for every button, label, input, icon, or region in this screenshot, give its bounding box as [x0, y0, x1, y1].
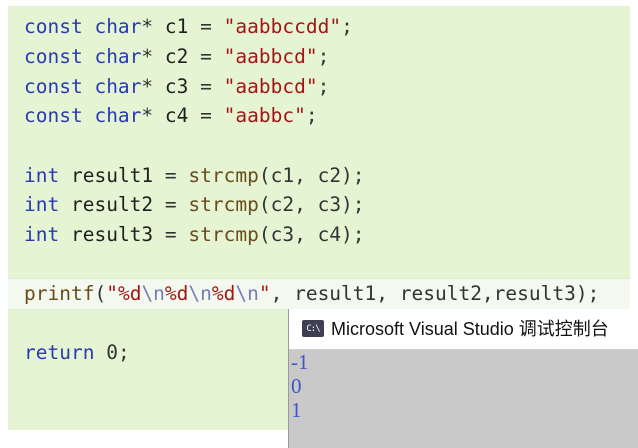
keyword: const [24, 45, 83, 68]
identifier: result3 [70, 223, 154, 246]
debug-console-window[interactable]: C:\ Microsoft Visual Studio 调试控制台 -1 0 1 [288, 309, 638, 448]
string-literal: "aabbc" [223, 104, 306, 127]
type: char [94, 75, 142, 98]
keyword: const [24, 104, 83, 127]
identifier: c2 [164, 45, 189, 68]
format-spec: %d [164, 282, 189, 305]
console-output-line: 0 [291, 374, 302, 398]
identifier: result2 [70, 193, 154, 216]
semicolon: ; [305, 104, 318, 127]
console-output-line: 1 [291, 398, 302, 422]
identifier: c1 [164, 15, 189, 38]
open-paren: ( [94, 282, 107, 305]
type: int [24, 193, 60, 216]
string-quote: " [258, 282, 271, 305]
string-literal: "aabbccdd" [223, 15, 342, 38]
console-output-line: -1 [291, 350, 309, 374]
string-quote: " [106, 282, 118, 305]
operator: = [200, 15, 212, 38]
escape-seq: \n [235, 282, 259, 305]
pointer-op: * [141, 75, 154, 98]
identifier: result1 [70, 164, 154, 187]
code-line-6[interactable]: int result1 = strcmp(c1, c2); [24, 162, 365, 190]
pointer-op: * [141, 104, 154, 127]
keyword: return [24, 341, 95, 364]
function-name: printf [24, 282, 95, 305]
console-output: -1 0 1 [291, 350, 309, 422]
code-line-4[interactable]: const char* c4 = "aabbc"; [24, 102, 318, 130]
escape-seq: \n [188, 282, 212, 305]
string-literal: "aabbcd" [223, 75, 318, 98]
pointer-op: * [141, 15, 154, 38]
code-line-2[interactable]: const char* c2 = "aabbcd"; [24, 43, 329, 71]
keyword: const [24, 75, 83, 98]
semicolon: ; [341, 15, 353, 38]
operator: = [200, 45, 212, 68]
code-line-7[interactable]: int result2 = strcmp(c2, c3); [24, 191, 365, 219]
escape-seq: \n [141, 282, 165, 305]
type: char [94, 104, 142, 127]
operator: = [200, 104, 212, 127]
console-icon-glyph: C:\ [306, 323, 320, 334]
type: char [94, 45, 142, 68]
type: int [24, 223, 60, 246]
call-args: (c1, c2); [258, 164, 365, 187]
operator: = [200, 75, 212, 98]
function-name: strcmp [188, 164, 259, 187]
console-title: Microsoft Visual Studio 调试控制台 [331, 319, 609, 339]
call-args: , result1, result2,result3); [270, 282, 600, 305]
string-literal: "aabbcd" [223, 45, 318, 68]
code-line-1[interactable]: const char* c1 = "aabbccdd"; [24, 13, 353, 41]
call-args: (c2, c3); [258, 193, 365, 216]
code-line-8[interactable]: int result3 = strcmp(c3, c4); [24, 221, 365, 249]
call-args: (c3, c4); [258, 223, 365, 246]
semicolon: ; [317, 45, 330, 68]
function-name: strcmp [188, 223, 259, 246]
console-app-icon: C:\ [302, 320, 324, 337]
operator: = [164, 193, 177, 216]
return-value: 0; [106, 341, 130, 364]
console-titlebar[interactable]: C:\ Microsoft Visual Studio 调试控制台 [289, 309, 638, 350]
function-name: strcmp [188, 193, 259, 216]
identifier: c4 [164, 104, 189, 127]
code-line-return[interactable]: return 0; [24, 339, 130, 367]
format-spec: %d [117, 282, 142, 305]
type: char [94, 15, 142, 38]
format-spec: %d [211, 282, 236, 305]
identifier: c3 [164, 75, 189, 98]
keyword: const [24, 15, 83, 38]
semicolon: ; [317, 75, 330, 98]
operator: = [164, 223, 177, 246]
type: int [24, 164, 60, 187]
code-line-3[interactable]: const char* c3 = "aabbcd"; [24, 73, 329, 101]
pointer-op: * [141, 45, 154, 68]
operator: = [164, 164, 177, 187]
code-line-printf[interactable]: printf("%d\n%d\n%d\n", result1, result2,… [24, 280, 599, 308]
